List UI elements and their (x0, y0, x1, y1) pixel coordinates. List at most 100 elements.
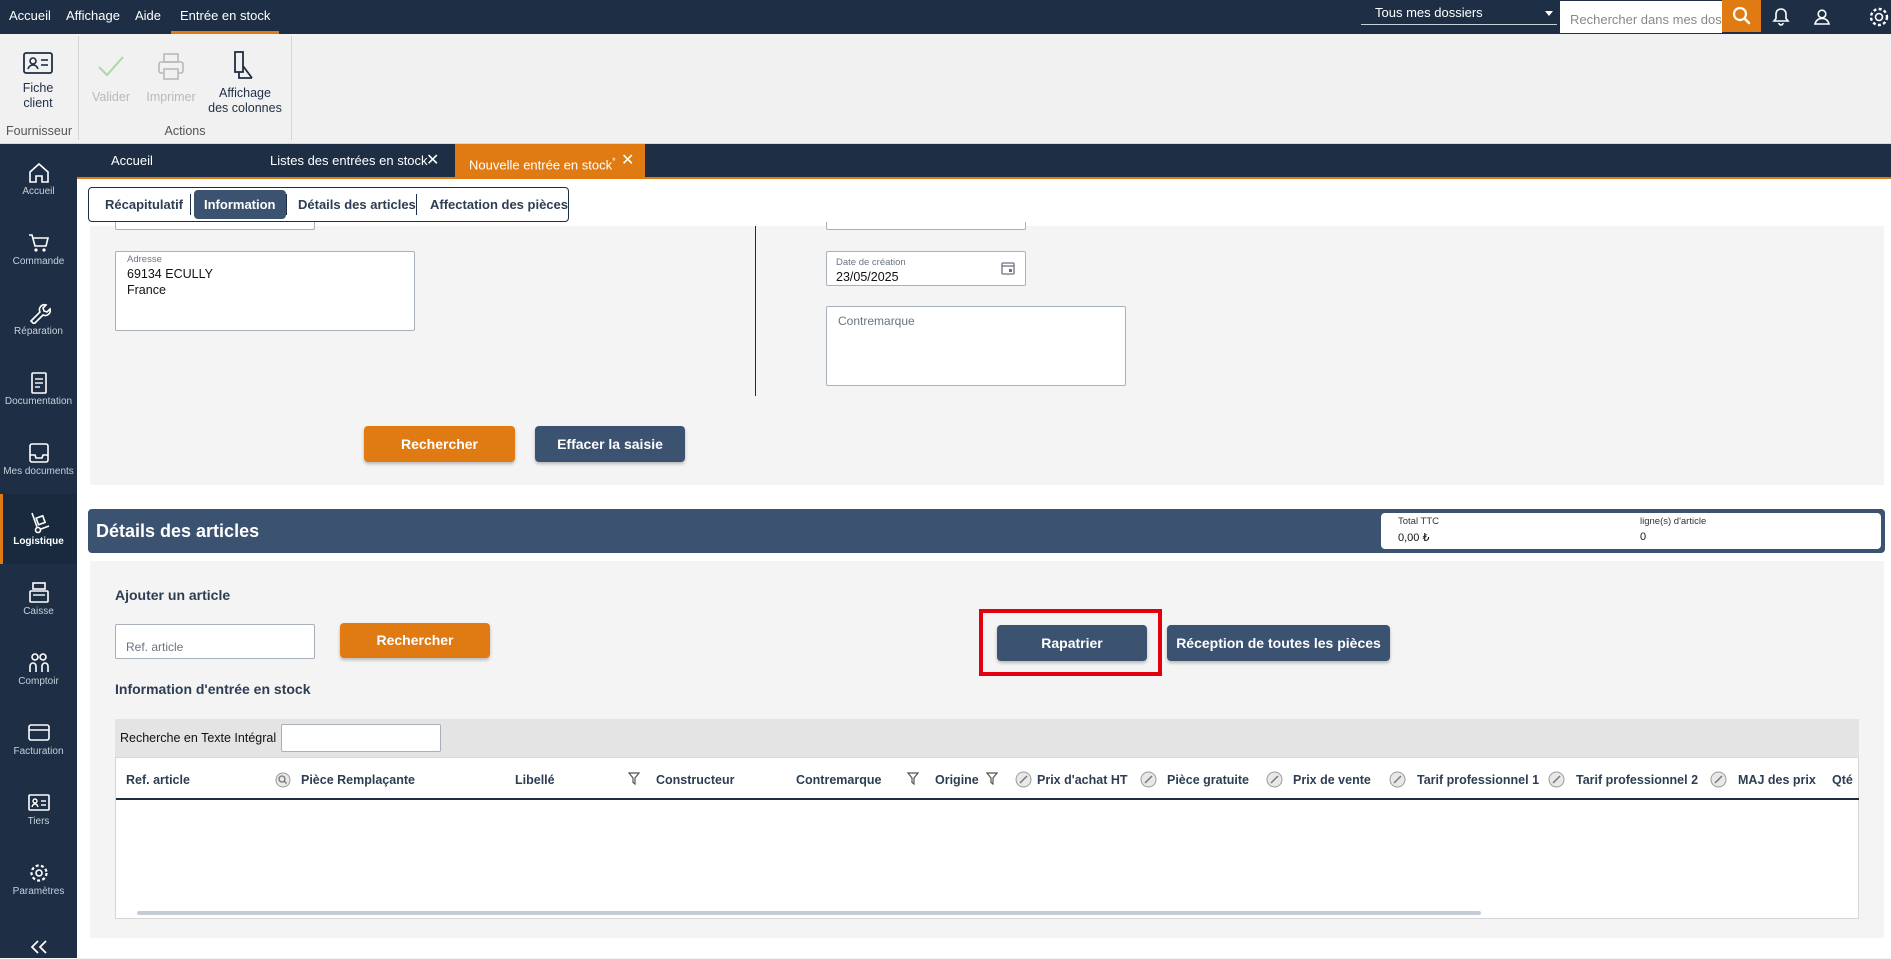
search-icon[interactable] (275, 772, 291, 788)
column-header-qte[interactable]: Qté (1832, 773, 1858, 787)
nav-item-logistique[interactable]: Logistique (0, 494, 77, 564)
column-header-ref-article[interactable]: Ref. article (126, 773, 190, 787)
wrench-icon (29, 303, 51, 324)
close-icon[interactable]: ✕ (426, 144, 439, 178)
subtab-information[interactable]: Information (194, 190, 286, 219)
printer-icon (158, 53, 184, 80)
nav-label: Logistique (13, 536, 64, 547)
id-card-icon (27, 794, 50, 811)
close-icon[interactable]: ✕ (621, 144, 634, 178)
adresse-line1: 69134 ECULLY (127, 267, 213, 281)
nav-item-mes-documents[interactable]: Mes documents (0, 424, 77, 494)
partial-field (826, 222, 1026, 230)
column-header-libelle[interactable]: Libellé (515, 773, 555, 787)
nav-item-tiers[interactable]: Tiers (0, 774, 77, 844)
adresse-field[interactable]: Adresse 69134 ECULLY France (115, 251, 415, 331)
menu-affichage[interactable]: Affichage (57, 0, 129, 34)
lignes-article-label: ligne(s) d'article (1640, 516, 1707, 527)
effacer-saisie-button[interactable]: Effacer la saisie (535, 426, 685, 462)
rapatrier-button[interactable]: Rapatrier (997, 625, 1147, 661)
nav-label: Facturation (13, 746, 64, 757)
subtab-recapitulatif[interactable]: Récapitulatif (95, 190, 193, 219)
collapse-nav-icon[interactable] (28, 938, 50, 956)
doc-tab-label: Nouvelle entrée en stock (469, 157, 613, 173)
reception-toutes-pieces-button[interactable]: Réception de toutes les pièces (1167, 625, 1390, 661)
edit-icon[interactable] (1710, 771, 1727, 788)
column-header-prix-de-vente[interactable]: Prix de vente (1293, 773, 1371, 787)
search-input[interactable]: Rechercher dans mes dossiers (1560, 1, 1722, 33)
subtab-details-articles[interactable]: Détails des articles (288, 190, 426, 219)
column-header-maj-des-prix[interactable]: MAJ des prix (1738, 773, 1816, 787)
column-header-constructeur[interactable]: Constructeur (656, 773, 734, 787)
nav-item-parametres[interactable]: Paramètres (0, 844, 77, 914)
partial-field (115, 222, 315, 230)
ajouter-article-title: Ajouter un article (115, 587, 231, 603)
nav-item-comptoir[interactable]: Comptoir (0, 634, 77, 704)
doc-tab-listes-entrees[interactable]: Listes des entrées en stock ✕ (256, 144, 454, 178)
inbox-icon (28, 443, 49, 463)
imprimer-button[interactable]: Imprimer (143, 52, 199, 105)
gear-icon[interactable] (1866, 4, 1891, 30)
column-header-piece-remplacante[interactable]: Pièce Remplaçante (301, 773, 415, 787)
columns-display-icon (234, 51, 253, 79)
nav-item-reparation[interactable]: Réparation (0, 284, 77, 354)
folder-select-value: Tous mes dossiers (1375, 5, 1483, 20)
adresse-line2: France (127, 283, 166, 297)
valider-label: Valider (92, 90, 130, 104)
filter-icon[interactable] (986, 772, 998, 786)
subtab-affectation-pieces[interactable]: Affectation des pièces (420, 190, 578, 219)
folder-select[interactable]: Tous mes dossiers (1361, 3, 1557, 25)
ribbon-group-label-actions: Actions (164, 124, 206, 138)
total-ttc-label: Total TTC (1398, 516, 1440, 527)
horizontal-scrollbar[interactable] (137, 911, 1481, 915)
nav-item-commande[interactable]: Commande (0, 214, 77, 284)
column-header-tarif-professionnel-1[interactable]: Tarif professionnel 1 (1417, 773, 1539, 787)
ref-article-input[interactable]: Ref. article (115, 624, 315, 659)
calendar-icon[interactable] (1001, 261, 1015, 275)
cart-icon (28, 234, 49, 252)
totals-box: Total TTC 0,00 ₺ ligne(s) d'article 0 (1381, 513, 1881, 549)
edit-icon[interactable] (1140, 771, 1157, 788)
filter-icon[interactable] (628, 772, 640, 786)
doc-tab-nouvelle-entree[interactable]: Nouvelle entrée en stock* ✕ (455, 144, 645, 178)
fiche-client-button[interactable]: Fiche client (8, 49, 68, 111)
grid-header-underline (116, 798, 1859, 800)
total-ttc-value: 0,00 ₺ (1398, 532, 1430, 544)
edit-icon[interactable] (1266, 771, 1283, 788)
rechercher-button[interactable]: Rechercher (364, 426, 515, 462)
menu-aide[interactable]: Aide (126, 0, 170, 34)
contremarque-field[interactable]: Contremarque (826, 306, 1126, 386)
nav-item-accueil[interactable]: Accueil (0, 144, 77, 214)
valider-button[interactable]: Valider (85, 52, 137, 105)
nav-item-caisse[interactable]: Caisse (0, 564, 77, 634)
edit-icon[interactable] (1548, 771, 1565, 788)
column-header-tarif-professionnel-2[interactable]: Tarif professionnel 2 (1576, 773, 1698, 787)
checkmark-icon (98, 56, 124, 77)
search-button[interactable] (1722, 0, 1761, 32)
filter-icon[interactable] (907, 772, 919, 786)
bell-icon[interactable] (1768, 4, 1794, 30)
date-creation-label: Date de création (836, 257, 906, 268)
column-header-origine[interactable]: Origine (935, 773, 979, 787)
column-header-piece-gratuite[interactable]: Pièce gratuite (1167, 773, 1249, 787)
fulltext-search-label: Recherche en Texte Intégral (120, 731, 277, 745)
nav-item-documentation[interactable]: Documentation (0, 354, 77, 424)
nav-label: Comptoir (18, 676, 59, 687)
date-creation-field[interactable]: Date de création 23/05/2025 (826, 251, 1026, 286)
column-header-prix-achat-ht[interactable]: Prix d'achat HT (1037, 773, 1128, 787)
nav-item-facturation[interactable]: Facturation (0, 704, 77, 774)
fulltext-search-input[interactable] (281, 724, 441, 752)
edit-icon[interactable] (1015, 771, 1032, 788)
menu-accueil[interactable]: Accueil (0, 0, 60, 34)
menu-entree-en-stock[interactable]: Entrée en stock (171, 0, 280, 34)
edit-icon[interactable] (1389, 771, 1406, 788)
user-icon[interactable] (1809, 4, 1835, 30)
cash-register-icon (28, 582, 49, 603)
subtab-separator (286, 194, 287, 215)
contremarque-label: Contremarque (838, 314, 915, 328)
doc-tab-accueil[interactable]: Accueil (97, 144, 267, 178)
affichage-colonnes-button[interactable]: Affichage des colonnes (205, 50, 285, 116)
fiche-client-label: Fiche client (22, 81, 54, 110)
rechercher-article-button[interactable]: Rechercher (340, 623, 490, 658)
column-header-contremarque[interactable]: Contremarque (796, 773, 881, 787)
